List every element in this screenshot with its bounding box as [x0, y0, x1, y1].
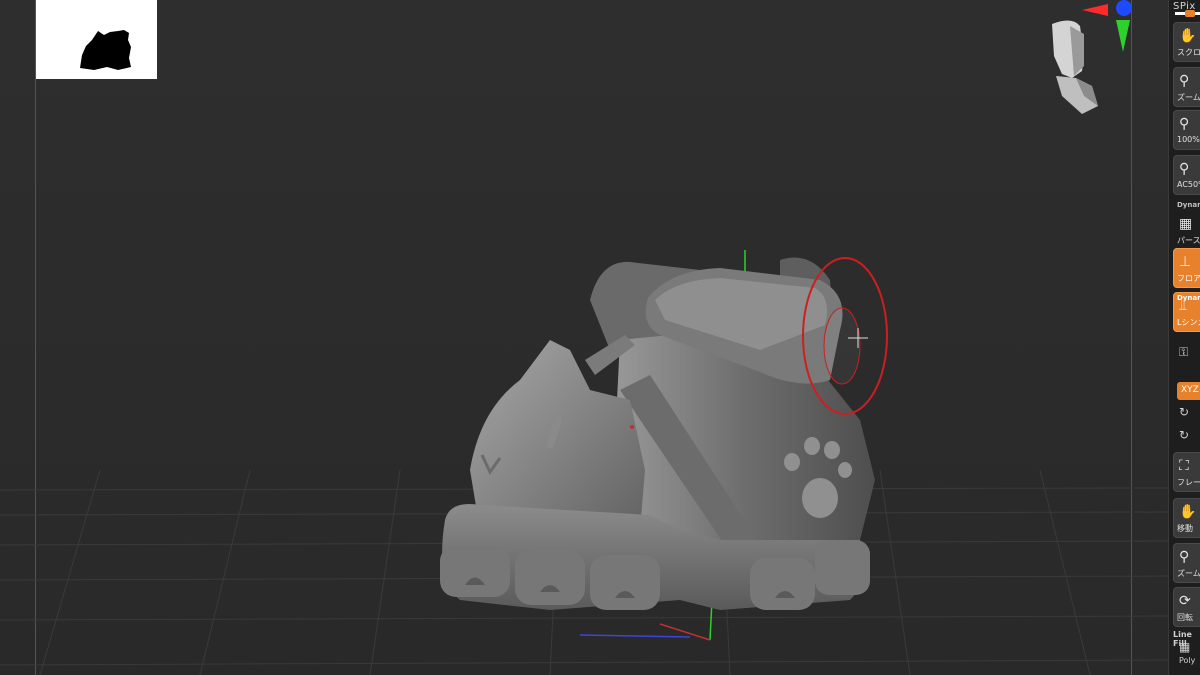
tool-label: スクロール: [1177, 48, 1200, 57]
axis-gizmo[interactable]: [1078, 0, 1138, 58]
shelf-slider-knob[interactable]: [1185, 10, 1195, 17]
local-symmetry-icon: ⫫: [1179, 298, 1187, 314]
polyframe-icon[interactable]: ▦: [1179, 640, 1190, 654]
xyz-label: XYZ: [1181, 385, 1199, 395]
rotate-icon: ⟳: [1179, 593, 1191, 609]
tool-label: パース: [1177, 236, 1200, 245]
dynamic-label: Dynamic: [1177, 201, 1200, 209]
move-hand-icon: ✋: [1179, 504, 1197, 520]
floor-icon: ⊥: [1179, 254, 1192, 270]
polyframe-label: Poly: [1179, 656, 1196, 665]
brush-cursor: [802, 257, 888, 415]
lock-camera-icon[interactable]: ⚿: [1179, 345, 1188, 360]
rotate-button[interactable]: ⟳ 回転: [1173, 587, 1200, 627]
tool-label: AC50%: [1177, 180, 1200, 189]
navigator-silhouette: [80, 30, 131, 70]
tool-label: 回転: [1177, 613, 1193, 622]
shelf-scroll-slider[interactable]: [1175, 10, 1200, 17]
right-shelf: SPix ✋ スクロール ⚲ ズーム ⚲ 100% ⚲ AC50% Dynami…: [1168, 0, 1200, 675]
xyz-toggle[interactable]: XYZ: [1177, 382, 1200, 400]
floor-button[interactable]: ⊥ フロア: [1173, 248, 1200, 288]
zoom-tool-button[interactable]: ⚲ ズーム: [1173, 67, 1200, 107]
tool-label: フロア: [1177, 274, 1200, 283]
local-symmetry-button[interactable]: Dynamic ⫫ Lシンメ: [1173, 292, 1200, 332]
tool-label: ズーム: [1177, 569, 1200, 578]
perspective-button[interactable]: Dynamic ▦ パース: [1173, 201, 1200, 250]
frame-button[interactable]: ⛶ フレーム: [1173, 452, 1200, 492]
perspective-grid-icon: ▦: [1179, 216, 1193, 232]
zoom3d-icon: ⚲: [1179, 549, 1190, 565]
zoom-100-icon: ⚲: [1179, 116, 1190, 132]
frame-icon: ⛶: [1179, 458, 1189, 474]
tool-label: フレーム: [1177, 478, 1200, 487]
zoom3d-button[interactable]: ⚲ ズーム: [1173, 543, 1200, 583]
rotate-y-icon[interactable]: ↻: [1179, 405, 1189, 419]
move-button[interactable]: ✋ 移動: [1173, 498, 1200, 538]
zoom-ac50-icon: ⚲: [1179, 161, 1190, 177]
tool-label: 移動: [1177, 524, 1193, 533]
tool-label: ズーム: [1177, 93, 1200, 102]
scroll-tool-button[interactable]: ✋ スクロール: [1173, 22, 1200, 62]
rotate-z-icon[interactable]: ↻: [1179, 428, 1189, 442]
zoom-ac50-button[interactable]: ⚲ AC50%: [1173, 155, 1200, 195]
canvas-viewport[interactable]: [0, 0, 1168, 675]
zoom-100-button[interactable]: ⚲ 100%: [1173, 110, 1200, 150]
tool-label: Lシンメ: [1177, 318, 1200, 327]
zoom-icon: ⚲: [1179, 73, 1190, 89]
hand-scroll-icon: ✋: [1179, 28, 1197, 44]
navigator-thumbnail[interactable]: [36, 0, 157, 79]
tool-label: 100%: [1177, 135, 1200, 144]
